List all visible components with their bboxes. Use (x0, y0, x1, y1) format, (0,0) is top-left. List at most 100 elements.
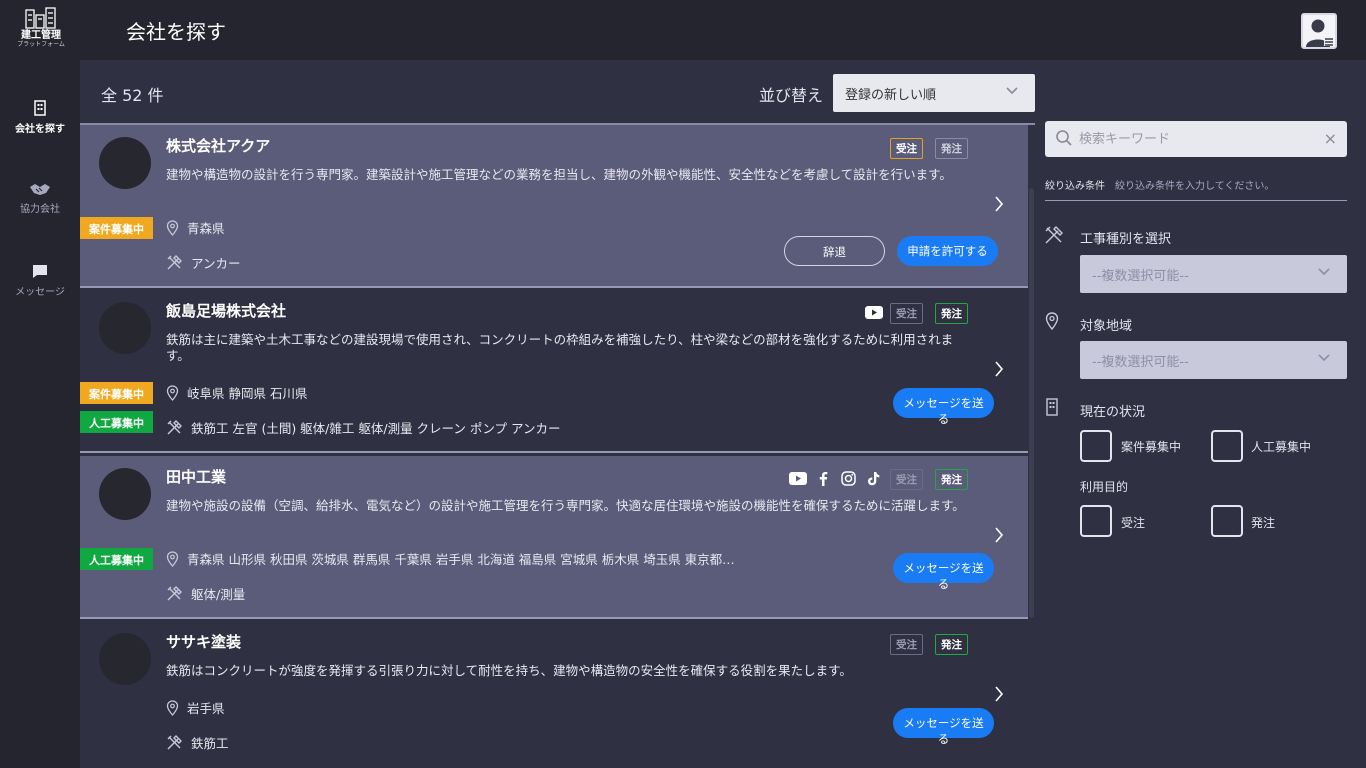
sidebar-item-find-company[interactable]: 会社を探す (0, 100, 80, 135)
badge-juchu: 受注 (890, 469, 923, 490)
badge-juchu: 受注 (890, 138, 923, 159)
badge-hatchu: 発注 (935, 138, 968, 159)
company-name[interactable]: 飯島足場株式会社 (166, 300, 286, 321)
approve-request-button[interactable]: 申請を許可する (897, 236, 998, 266)
company-trades: 鉄筋工 左官 (土間) 躯体/雑工 躯体/測量 クレーン ポンプ アンカー (166, 418, 561, 437)
company-list[interactable]: 株式会社アクア 受注 発注 建物や構造物の設計を行う専門家。建築設計や施工管理な… (80, 123, 1035, 768)
instagram-icon[interactable] (841, 471, 856, 486)
tools-icon (1045, 226, 1063, 244)
trade-multiselect[interactable]: --複数選択可能-- (1080, 255, 1347, 293)
company-trades: アンカー (166, 253, 241, 272)
chevron-right-icon[interactable] (994, 195, 1004, 213)
badge-juchu: 受注 (890, 303, 923, 324)
company-card[interactable]: 株式会社アクア 受注 発注 建物や構造物の設計を行う専門家。建築設計や施工管理な… (80, 125, 1028, 288)
company-card[interactable]: ササキ塗装 受注 発注 鉄筋はコンクリートが強度を発揮する引張り力に対して耐性を… (80, 621, 1028, 768)
building-icon (1046, 398, 1058, 416)
checkbox-label: 案件募集中 (1121, 440, 1182, 454)
sidebar: 会社を探す 協力会社 メッセージ (0, 60, 80, 768)
tools-icon (167, 255, 182, 270)
user-avatar-icon (1306, 19, 1334, 47)
location-pin-icon (1045, 312, 1059, 330)
company-trades: 躯体/測量 (166, 584, 245, 603)
company-trades: 鉄筋工 (166, 733, 229, 752)
sidebar-item-messages[interactable]: メッセージ (0, 264, 80, 298)
sidebar-item-partners[interactable]: 協力会社 (0, 182, 80, 215)
company-location: 青森県 山形県 秋田県 茨城県 群馬県 千葉県 岩手県 北海道 福島県 宮城県 … (166, 549, 806, 568)
decline-button[interactable]: 辞退 (784, 236, 885, 266)
handshake-icon (30, 184, 50, 195)
send-message-button[interactable]: メッセージを送る (893, 708, 994, 746)
clear-search-icon[interactable]: × (1324, 129, 1337, 148)
search-icon (1056, 130, 1072, 146)
checkbox-case-recruiting[interactable] (1080, 430, 1112, 462)
checkbox-label: 受注 (1121, 516, 1146, 530)
company-name[interactable]: ササキ塗装 (166, 631, 241, 652)
company-avatar (99, 468, 151, 520)
filter-condition-hint: 絞り込み条件を入力してください。 (1115, 181, 1275, 192)
badge-juchu: 受注 (890, 634, 923, 655)
company-card[interactable]: 田中工業 受注 発注 建物や施設の設備（空調、給排水、電気など）の設計や施工管理… (80, 456, 1028, 619)
tools-icon (167, 586, 182, 601)
company-avatar (99, 633, 151, 685)
trades-text: 鉄筋工 左官 (土間) 躯体/雑工 躯体/測量 クレーン ポンプ アンカー (191, 421, 561, 436)
location-text: 青森県 山形県 秋田県 茨城県 群馬県 千葉県 岩手県 北海道 福島県 宮城県 … (187, 552, 735, 567)
purpose-filter-label: 利用目的 (1080, 480, 1129, 494)
company-avatar (99, 302, 151, 354)
trades-text: アンカー (191, 256, 241, 271)
facebook-icon[interactable] (818, 471, 828, 486)
company-description: 建物や施設の設備（空調、給排水、電気など）の設計や施工管理を行う専門家。快適な居… (166, 498, 965, 513)
youtube-icon[interactable] (789, 472, 807, 485)
keyword-search[interactable]: × (1045, 121, 1347, 157)
location-pin-icon (166, 385, 179, 401)
trade-multiselect-placeholder: --複数選択可能-- (1092, 269, 1189, 284)
chevron-down-icon (1318, 268, 1330, 276)
location-pin-icon (166, 700, 179, 716)
app-logo[interactable]: 建工管理 プラットフォーム (14, 6, 68, 56)
sort-dropdown[interactable]: 登録の新しい順 (833, 74, 1035, 112)
sidebar-item-label: 協力会社 (20, 204, 60, 215)
trade-filter-label: 工事種別を選択 (1080, 232, 1172, 247)
logo-text: 建工管理 (21, 30, 61, 41)
region-multiselect-placeholder: --複数選択可能-- (1092, 355, 1189, 370)
youtube-icon[interactable] (865, 306, 883, 319)
filter-divider (1045, 200, 1347, 201)
checkbox-juchu[interactable] (1080, 505, 1112, 537)
top-bar: 建工管理 プラットフォーム 会社を探す (0, 0, 1366, 60)
tiktok-icon[interactable] (867, 471, 880, 486)
chevron-down-icon (1006, 87, 1018, 95)
logo-subtext: プラットフォーム (17, 41, 65, 48)
status-tag: 案件募集中 (80, 382, 153, 404)
user-avatar-button[interactable] (1301, 13, 1337, 49)
company-avatar (99, 137, 151, 189)
location-text: 青森県 (187, 221, 225, 236)
building-icon (34, 100, 46, 116)
search-input[interactable] (1079, 127, 1319, 151)
location-text: 岩手県 (187, 701, 225, 716)
location-text: 岐阜県 静岡県 石川県 (187, 386, 308, 401)
chevron-right-icon[interactable] (994, 685, 1004, 703)
send-message-button[interactable]: メッセージを送る (893, 553, 994, 591)
company-card[interactable]: 飯島足場株式会社 受注 発注 鉄筋は主に建築や土木工事などの建設現場で使用され、… (80, 290, 1028, 453)
company-location: 青森県 (166, 218, 225, 237)
result-count: 全 52 件 (101, 86, 164, 105)
sort-label: 並び替え (759, 86, 824, 105)
region-multiselect[interactable]: --複数選択可能-- (1080, 341, 1347, 379)
send-message-button[interactable]: メッセージを送る (893, 388, 994, 426)
company-name[interactable]: 田中工業 (166, 466, 226, 487)
sidebar-item-label: メッセージ (15, 287, 65, 298)
status-tag: 人工募集中 (80, 411, 153, 433)
company-description: 鉄筋はコンクリートが強度を発揮する引張り力に対して耐性を持ち、建物や構造物の安全… (166, 663, 852, 678)
location-pin-icon (166, 551, 179, 567)
company-name[interactable]: 株式会社アクア (166, 135, 270, 156)
status-filter-label: 現在の状況 (1080, 405, 1146, 420)
tools-icon (167, 420, 182, 435)
chevron-right-icon[interactable] (994, 360, 1004, 378)
list-scrollbar-thumb[interactable] (1029, 188, 1034, 618)
checkbox-labor-recruiting[interactable] (1211, 430, 1243, 462)
chevron-right-icon[interactable] (994, 526, 1004, 544)
company-location: 岐阜県 静岡県 石川県 (166, 383, 307, 402)
checkbox-hatchu[interactable] (1211, 505, 1243, 537)
sort-dropdown-value: 登録の新しい順 (845, 88, 937, 103)
location-pin-icon (166, 220, 179, 236)
tools-icon (167, 735, 182, 750)
